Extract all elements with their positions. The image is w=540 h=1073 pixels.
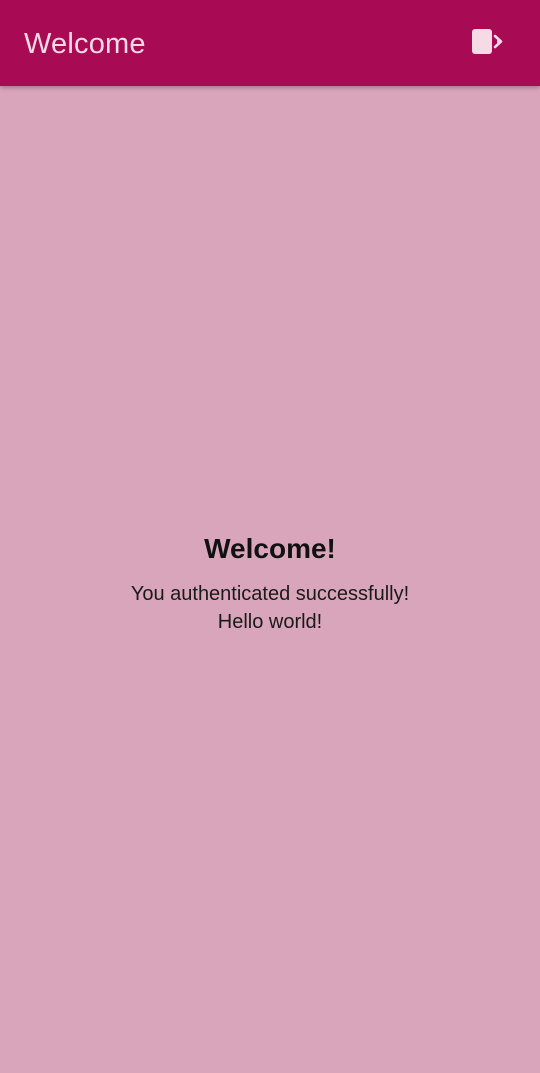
- welcome-content: Welcome! You authenticated successfully!…: [0, 526, 540, 636]
- welcome-screen: Welcome Welcome! You authenticated succe…: [0, 0, 540, 1073]
- welcome-heading: Welcome!: [204, 533, 336, 564]
- logout-icon: [471, 28, 505, 61]
- success-message: You authenticated successfully!: [130, 583, 410, 605]
- hello-message: Hello world!: [217, 611, 323, 633]
- app-bar: Welcome: [0, 0, 540, 86]
- app-bar-title: Welcome: [24, 28, 146, 60]
- logout-button[interactable]: [468, 27, 508, 61]
